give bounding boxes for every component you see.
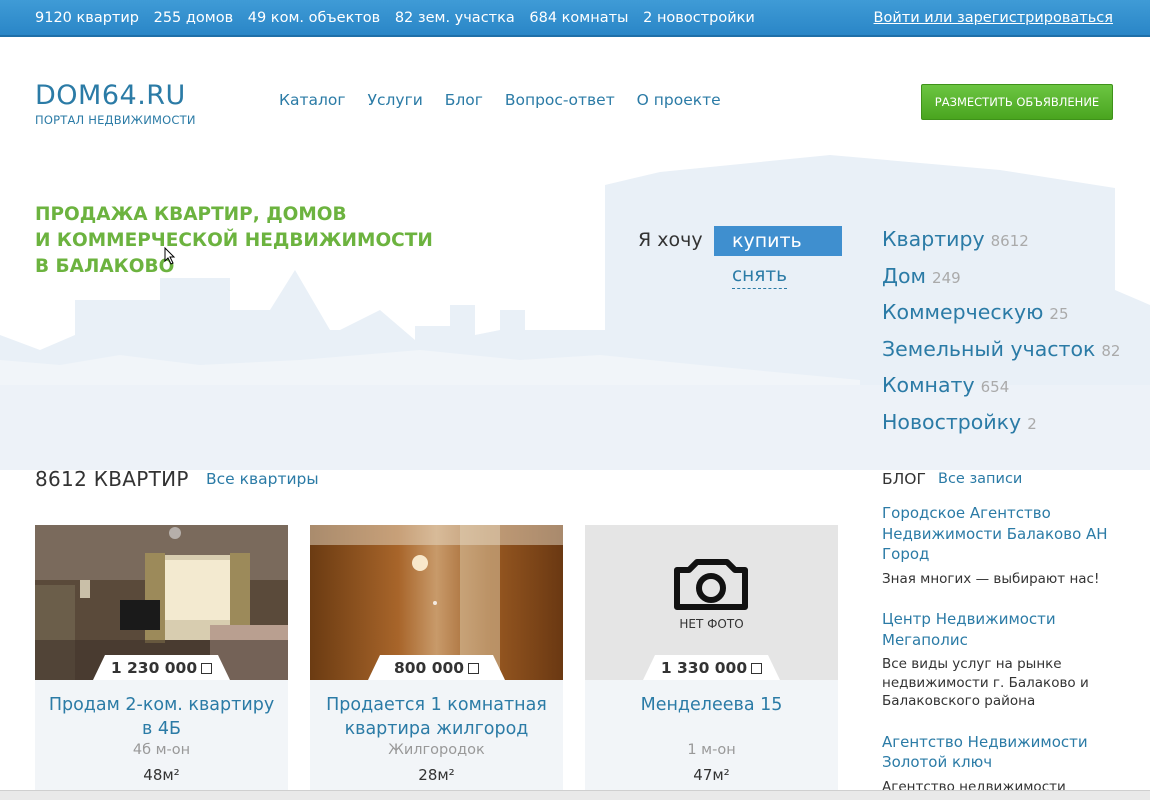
blog-list: Городское Агентство Недвижимости Балаков… [882,503,1112,796]
category-item: Квартиру 8612 [882,227,1120,264]
nav-blog[interactable]: Блог [445,91,483,109]
listing-area: 48м² [143,766,180,784]
listing-title-link[interactable]: Менделеева 15 [593,693,830,717]
listing-title-link[interactable]: Продается 1 комнатная квартира жилгород [318,693,555,741]
listings-section-title: 8612 КВАРТИР [35,467,189,491]
mouse-cursor-icon [164,247,176,265]
category-count: 249 [932,268,961,287]
blog-post: Центр Недвижимости Мегаполис Все виды ус… [882,609,1112,711]
top-bar: 9120 квартир 255 домов 49 ком. объектов … [0,0,1150,37]
blog-post-title-link[interactable]: Агентство Недвижимости Золотой ключ [882,732,1112,773]
price-value: 1 230 000 [110,659,198,677]
stat-apartments: 9120 квартир [35,10,139,26]
listing-district: Жилгородок [388,742,485,758]
stat-houses: 255 домов [153,10,234,26]
login-register-link[interactable]: Войти или зарегистрироваться [874,10,1113,26]
site-stats: 9120 квартир 255 домов 49 ком. объектов … [35,10,765,26]
hero-title-line-3: В БАЛАКОВО [35,256,175,277]
main-nav: Каталог Услуги Блог Вопрос-ответ О проек… [279,91,738,109]
listing-card[interactable]: 1 230 000 Продам 2-ком. квартиру в 4Б 4б… [35,525,288,800]
blog-post: Городское Агентство Недвижимости Балаков… [882,503,1112,588]
all-apartments-link[interactable]: Все квартиры [206,470,319,488]
logo-name: DOM64.RU [35,80,186,111]
hero-title: ПРОДАЖА КВАРТИР, ДОМОВ И КОММЕРЧЕСКОЙ НЕ… [35,202,455,280]
buy-option[interactable]: купить [714,226,842,256]
price-badge: 1 330 000 [643,655,780,680]
stat-rooms: 684 комнаты [529,10,629,26]
category-item: Земельный участок 82 [882,337,1120,374]
category-count: 2 [1027,414,1037,433]
category-new-building-link[interactable]: Новостройку [882,410,1021,434]
category-list: Квартиру 8612 Дом 249 Коммерческую 25 Земел… [882,227,1120,447]
blog-post-title-link[interactable]: Центр Недвижимости Мегаполис [882,609,1112,650]
currency-sign-icon [468,663,480,674]
category-apartment-link[interactable]: Квартиру [882,227,985,251]
post-ad-button[interactable]: РАЗМЕСТИТЬ ОБЪЯВЛЕНИЕ [921,84,1113,120]
blog-post-title-link[interactable]: Городское Агентство Недвижимости Балаков… [882,503,1112,565]
browser-status-bar [0,790,1150,800]
listing-area: 47м² [693,766,730,784]
blog-post-text: Все виды услуг на рынке недвижимости г. … [882,656,1089,709]
price-badge: 1 230 000 [93,655,230,680]
nav-catalog[interactable]: Каталог [279,91,346,109]
rent-option[interactable]: снять [732,264,788,289]
i-want-label: Я хочу [638,229,703,251]
listing-district: 4б м-он [132,742,191,758]
blog-post: Агентство Недвижимости Золотой ключ Аген… [882,732,1112,797]
nav-services[interactable]: Услуги [368,91,423,109]
hero-title-line-2: И КОММЕРЧЕСКОЙ НЕДВИЖИМОСТИ [35,230,433,251]
currency-sign-icon [751,663,763,674]
category-count: 82 [1101,341,1121,360]
nav-about[interactable]: О проекте [637,91,721,109]
hero-title-line-1: ПРОДАЖА КВАРТИР, ДОМОВ [35,204,347,225]
all-posts-link[interactable]: Все записи [938,471,1022,487]
nav-faq[interactable]: Вопрос-ответ [505,91,615,109]
stat-land: 82 зем. участка [394,10,515,26]
stat-new-buildings: 2 новостройки [643,10,755,26]
category-commercial-link[interactable]: Коммерческую [882,300,1043,324]
site-logo[interactable]: DOM64.RU ПОРТАЛ НЕДВИЖИМОСТИ [35,80,196,128]
price-badge: 800 000 [368,655,505,680]
logo-subtitle: ПОРТАЛ НЕДВИЖИМОСТИ [35,113,196,127]
category-item: Комнату 654 [882,373,1120,410]
blog-post-text: Зная многих — выбирают нас! [882,570,1100,587]
listing-card[interactable]: 800 000 Продается 1 комнатная квартира ж… [310,525,563,800]
listing-area: 28м² [418,766,455,784]
category-item: Дом 249 [882,264,1120,301]
listing-district: 1 м-он [687,742,736,758]
price-value: 800 000 [393,659,465,677]
stat-commercial: 49 ком. объектов [247,10,381,26]
listing-title-link[interactable]: Продам 2-ком. квартиру в 4Б [43,693,280,741]
no-photo-label: НЕТ ФОТО [679,617,744,631]
category-room-link[interactable]: Комнату [882,373,975,397]
blog-heading: БЛОГ [882,470,926,488]
category-item: Новостройку 2 [882,410,1120,447]
category-land-link[interactable]: Земельный участок [882,337,1095,361]
category-count: 8612 [990,232,1029,250]
price-value: 1 330 000 [660,659,748,677]
category-count: 654 [980,378,1010,397]
category-item: Коммерческую 25 [882,300,1120,337]
category-count: 25 [1049,305,1069,324]
currency-sign-icon [201,663,213,674]
category-house-link[interactable]: Дом [882,264,926,288]
listing-card[interactable]: НЕТ ФОТО 1 330 000 Менделеева 15 1 м-он … [585,525,838,800]
